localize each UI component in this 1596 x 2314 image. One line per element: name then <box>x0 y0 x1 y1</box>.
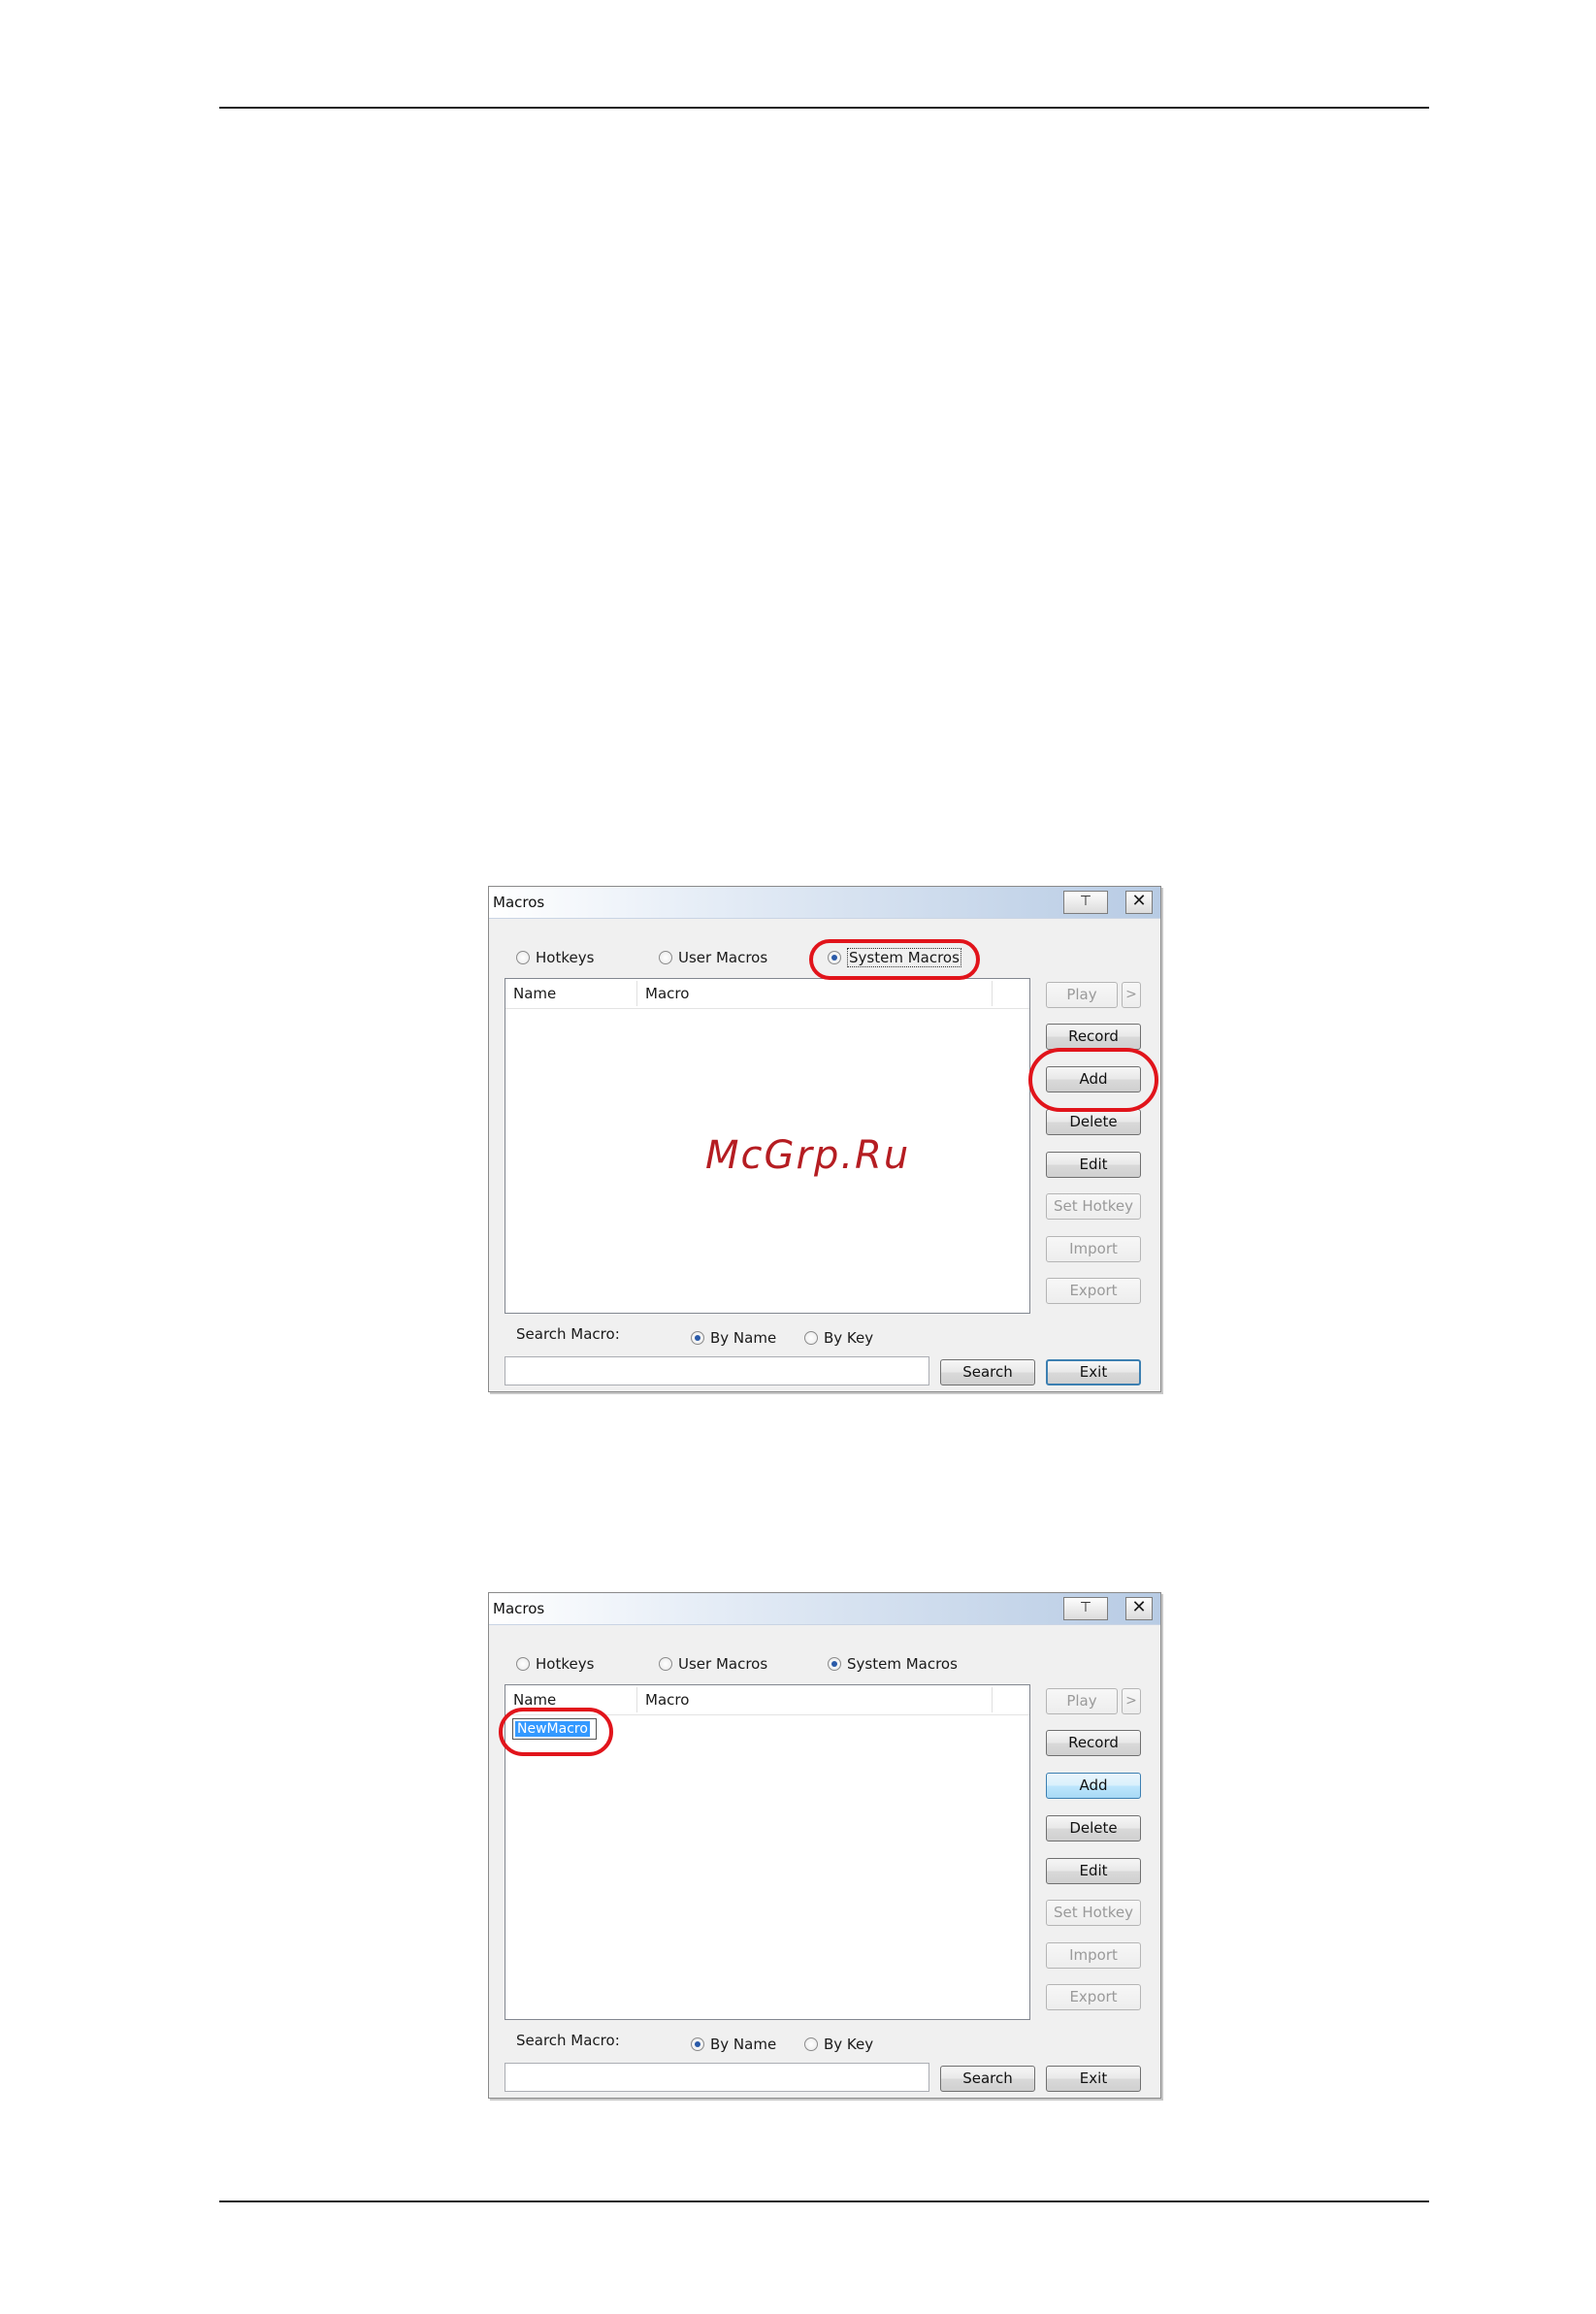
radio-by-name-label: By Name <box>710 1329 777 1347</box>
radio-system-macros-label: System Macros <box>847 1655 958 1673</box>
search-macro-label: Search Macro: <box>516 2032 620 2049</box>
play-next-button[interactable]: > <box>1122 982 1141 1008</box>
radio-by-name[interactable]: By Name <box>691 1328 776 1348</box>
radio-dot-icon <box>659 951 672 964</box>
column-header-macro[interactable]: Macro <box>645 985 689 1002</box>
bottom-rule <box>219 2200 1429 2202</box>
radio-dot-icon <box>516 1657 530 1671</box>
watermark: McGrp.Ru <box>705 1133 911 1178</box>
list-header: Name Macro <box>505 979 1029 1009</box>
search-macro-label: Search Macro: <box>516 1325 620 1343</box>
radio-by-key[interactable]: By Key <box>804 2035 873 2054</box>
radio-dot-selected-icon <box>691 2037 704 2051</box>
radio-hotkeys-label: Hotkeys <box>536 949 595 966</box>
search-input[interactable] <box>505 2063 929 2092</box>
top-rule <box>219 107 1429 109</box>
radio-by-name-label: By Name <box>710 2036 777 2053</box>
title-bar[interactable]: Macros ⊤ ✕ <box>489 1593 1160 1625</box>
pin-button[interactable]: ⊤ <box>1063 1597 1108 1620</box>
highlight-ring-system-macros <box>809 939 980 980</box>
title-bar[interactable]: Macros ⊤ ✕ <box>489 887 1160 919</box>
set-hotkey-button[interactable]: Set Hotkey <box>1046 1900 1141 1926</box>
column-header-name[interactable]: Name <box>513 985 556 1002</box>
highlight-ring-add <box>1028 1048 1158 1112</box>
column-separator[interactable] <box>992 981 993 1006</box>
edit-button[interactable]: Edit <box>1046 1858 1141 1884</box>
radio-by-key-label: By Key <box>824 2036 874 2053</box>
record-button[interactable]: Record <box>1046 1730 1141 1756</box>
search-input[interactable] <box>505 1356 929 1385</box>
column-separator[interactable] <box>636 981 637 1006</box>
export-button[interactable]: Export <box>1046 1984 1141 2010</box>
search-button[interactable]: Search <box>940 2066 1035 2092</box>
radio-system-macros[interactable]: System Macros <box>828 1654 958 1674</box>
radio-hotkeys[interactable]: Hotkeys <box>516 1654 594 1674</box>
search-button[interactable]: Search <box>940 1359 1035 1385</box>
window-title: Macros <box>493 1600 545 1617</box>
radio-hotkeys[interactable]: Hotkeys <box>516 948 594 967</box>
record-button[interactable]: Record <box>1046 1024 1141 1050</box>
column-separator[interactable] <box>636 1687 637 1712</box>
radio-dot-icon <box>804 2037 818 2051</box>
macros-dialog-2: Macros ⊤ ✕ Hotkeys User Macros System Ma… <box>488 1592 1161 2099</box>
column-header-macro[interactable]: Macro <box>645 1691 689 1709</box>
radio-user-macros-label: User Macros <box>678 1655 768 1673</box>
delete-button[interactable]: Delete <box>1046 1815 1141 1841</box>
import-button[interactable]: Import <box>1046 1942 1141 1969</box>
play-button[interactable]: Play <box>1046 982 1118 1008</box>
radio-user-macros[interactable]: User Macros <box>659 948 767 967</box>
radio-by-name[interactable]: By Name <box>691 2035 776 2054</box>
add-button[interactable]: Add <box>1046 1773 1141 1799</box>
set-hotkey-button[interactable]: Set Hotkey <box>1046 1193 1141 1220</box>
close-button[interactable]: ✕ <box>1125 1597 1153 1620</box>
exit-button[interactable]: Exit <box>1046 1359 1141 1385</box>
window-title: Macros <box>493 894 545 911</box>
import-button[interactable]: Import <box>1046 1236 1141 1262</box>
export-button[interactable]: Export <box>1046 1278 1141 1304</box>
edit-button[interactable]: Edit <box>1046 1152 1141 1178</box>
close-button[interactable]: ✕ <box>1125 891 1153 914</box>
column-header-name[interactable]: Name <box>513 1691 556 1709</box>
radio-by-key-label: By Key <box>824 1329 874 1347</box>
radio-user-macros-label: User Macros <box>678 949 768 966</box>
exit-button[interactable]: Exit <box>1046 2066 1141 2092</box>
radio-hotkeys-label: Hotkeys <box>536 1655 595 1673</box>
radio-dot-icon <box>516 951 530 964</box>
pin-button[interactable]: ⊤ <box>1063 891 1108 914</box>
column-separator[interactable] <box>992 1687 993 1712</box>
radio-user-macros[interactable]: User Macros <box>659 1654 767 1674</box>
delete-button[interactable]: Delete <box>1046 1109 1141 1135</box>
radio-dot-selected-icon <box>828 1657 841 1671</box>
highlight-ring-new-macro <box>499 1708 613 1756</box>
radio-dot-icon <box>804 1331 818 1345</box>
play-button[interactable]: Play <box>1046 1688 1118 1714</box>
radio-by-key[interactable]: By Key <box>804 1328 873 1348</box>
radio-dot-icon <box>659 1657 672 1671</box>
radio-dot-selected-icon <box>691 1331 704 1345</box>
play-next-button[interactable]: > <box>1122 1688 1141 1714</box>
